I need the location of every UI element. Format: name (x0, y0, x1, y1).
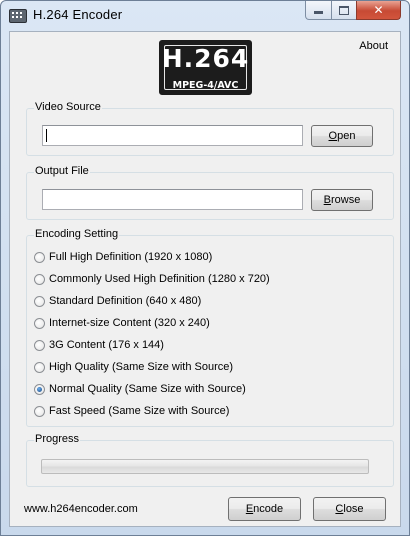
encoding-option[interactable]: Internet-size Content (320 x 240) (34, 314, 210, 332)
video-source-label: Video Source (34, 101, 102, 113)
website-link[interactable]: www.h264encoder.com (24, 503, 138, 515)
h264-logo: H.264 MPEG-4/AVC (159, 40, 252, 95)
encoding-option[interactable]: High Quality (Same Size with Source) (34, 358, 233, 376)
progress-group: Progress (26, 433, 394, 487)
minimize-button[interactable] (305, 1, 332, 20)
video-source-input[interactable] (42, 125, 303, 146)
encoding-option-label: Full High Definition (1920 x 1080) (49, 251, 213, 263)
window-close-button[interactable]: ✕ (356, 1, 401, 20)
browse-button-label: Browse (323, 194, 361, 206)
progress-label: Progress (34, 433, 81, 445)
browse-button[interactable]: Browse (311, 189, 373, 211)
radio-button[interactable] (34, 295, 45, 307)
output-file-group: Output File Browse (26, 165, 394, 220)
logo-sub-text: MPEG-4/AVC (172, 80, 239, 91)
window-title: H.264 Encoder (33, 7, 123, 22)
open-button-label: Open (328, 130, 356, 142)
radio-button[interactable] (34, 317, 45, 329)
encoding-option[interactable]: Full High Definition (1920 x 1080) (34, 248, 212, 266)
encoding-option-label: Standard Definition (640 x 480) (49, 295, 202, 307)
radio-button[interactable] (34, 251, 45, 263)
app-window: H.264 Encoder ✕ H.264 MPEG-4/AVC About V… (0, 0, 410, 536)
encode-button-label: Encode (245, 503, 284, 515)
maximize-button[interactable] (331, 1, 357, 20)
encoding-option[interactable]: Commonly Used High Definition (1280 x 72… (34, 270, 270, 288)
encode-button[interactable]: Encode (228, 497, 301, 521)
encoding-option[interactable]: Standard Definition (640 x 480) (34, 292, 201, 310)
text-caret (46, 129, 47, 142)
minimize-icon (314, 11, 323, 14)
radio-button[interactable] (34, 405, 45, 417)
output-file-label: Output File (34, 165, 90, 177)
maximize-icon (339, 5, 349, 15)
encoding-option-label: 3G Content (176 x 144) (49, 339, 164, 351)
encoding-option-label: Commonly Used High Definition (1280 x 72… (49, 273, 270, 285)
encoding-setting-label: Encoding Setting (34, 228, 120, 240)
progress-bar (41, 459, 369, 474)
encoding-option[interactable]: Normal Quality (Same Size with Source) (34, 380, 246, 398)
encoding-option-label: Internet-size Content (320 x 240) (49, 317, 210, 329)
radio-button[interactable] (34, 361, 45, 373)
output-file-input[interactable] (42, 189, 303, 210)
logo-main-text: H.264 (161, 44, 250, 73)
radio-button[interactable] (34, 339, 45, 351)
close-button[interactable]: Close (313, 497, 386, 521)
encoding-option-label: High Quality (Same Size with Source) (49, 361, 234, 373)
close-icon: ✕ (373, 3, 384, 17)
encoding-option-label: Normal Quality (Same Size with Source) (49, 383, 246, 395)
encoding-option-label: Fast Speed (Same Size with Source) (49, 405, 230, 417)
radio-button[interactable] (34, 273, 45, 285)
encoding-option[interactable]: Fast Speed (Same Size with Source) (34, 402, 229, 420)
close-button-label: Close (335, 503, 364, 515)
open-button[interactable]: Open (311, 125, 373, 147)
radio-button-checked[interactable] (34, 383, 45, 395)
encoding-option[interactable]: 3G Content (176 x 144) (34, 336, 164, 354)
encoding-setting-group: Encoding Setting Full High Definition (1… (26, 228, 394, 427)
client-area: H.264 MPEG-4/AVC About Video Source Open… (9, 31, 401, 527)
film-app-icon (9, 9, 27, 23)
title-bar[interactable]: H.264 Encoder ✕ (1, 1, 409, 31)
about-link[interactable]: About (359, 40, 388, 52)
video-source-group: Video Source Open (26, 101, 394, 156)
